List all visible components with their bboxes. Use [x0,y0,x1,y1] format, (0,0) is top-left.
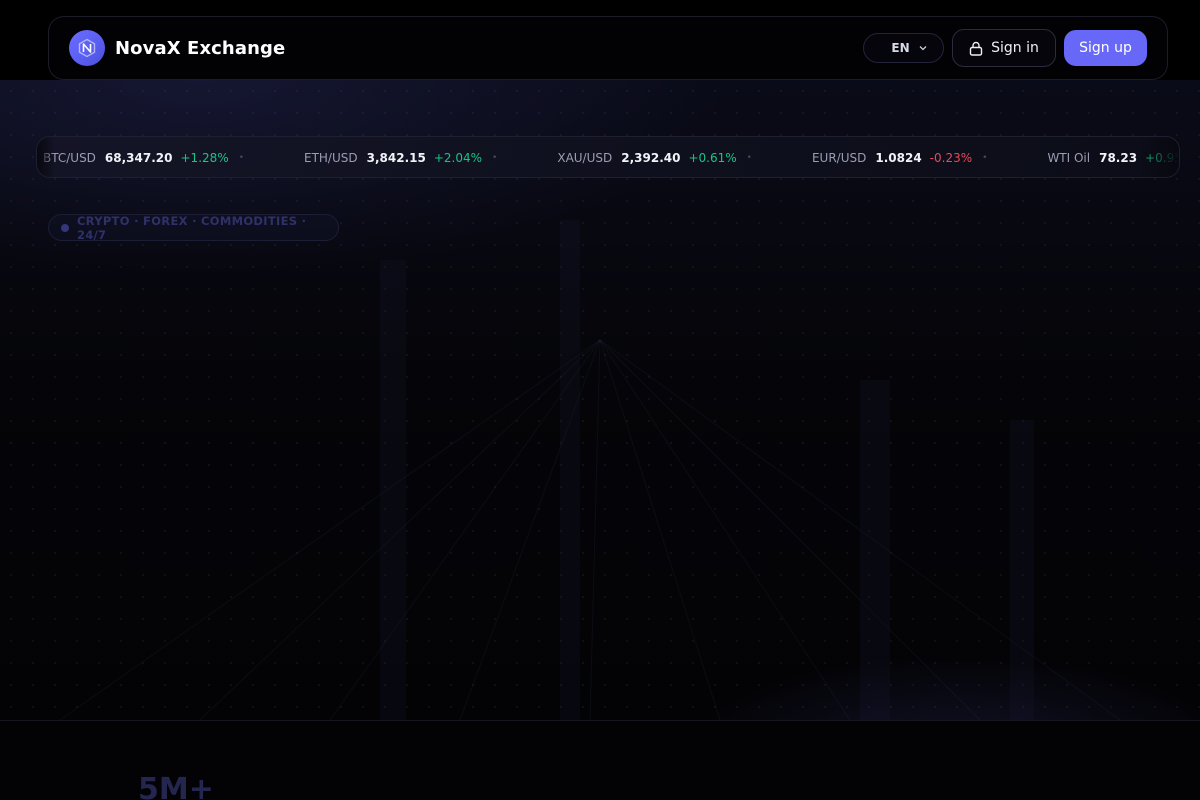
stat-value: 5M+ [138,772,214,800]
ticker-separator: • [982,153,988,163]
ticker-separator: • [746,153,752,163]
ticker-separator: • [238,153,244,163]
sign-in-label: Sign in [991,40,1039,56]
ticker-track: BTC/USD 68,347.20 +1.28% • ETH/USD 3,842.15 +2… [43,137,1179,177]
ticker-item[interactable]: EUR/USD 1.0824 -0.23% • [812,151,987,165]
ticker-fade-left [37,137,55,177]
lock-icon [969,41,983,56]
language-label: EN [891,41,910,55]
ticker-item[interactable]: BTC/USD 68,347.20 +1.28% • [43,151,244,165]
brand-name: NovaX Exchange [115,37,286,59]
badge-label: CRYPTO · FOREX · COMMODITIES · 24/7 [76,213,307,242]
ticker-price: 1.0824 [875,151,922,165]
ticker-symbol: EUR/USD [811,151,867,165]
sign-in-button[interactable]: Sign in [952,29,1056,67]
badge-dot-icon [61,223,69,232]
nav-actions: EN Sign in Sign up [863,29,1147,67]
ticker-item[interactable]: ETH/USD 3,842.15 +2.04% • [304,151,497,165]
ticker-symbol: WTI Oil [1047,151,1091,165]
language-selector[interactable]: EN [863,33,944,63]
ticker-symbol: XAU/USD [557,151,613,165]
ticker-price: 2,392.40 [621,151,681,165]
novax-logo-icon [69,30,105,66]
ticker-change: +2.04% [433,151,483,165]
ticker-price: 68,347.20 [104,151,173,165]
page: NovaX Exchange EN Sign in Sign up BTC/US… [0,0,1200,800]
ticker-price: 78.23 [1099,151,1138,165]
ticker-fade-right [1139,137,1179,177]
ticker-price: 3,842.15 [366,151,426,165]
market-ticker: BTC/USD 68,347.20 +1.28% • ETH/USD 3,842.15 +2… [36,136,1180,178]
markets-badge: CRYPTO · FOREX · COMMODITIES · 24/7 [48,213,339,242]
navbar: NovaX Exchange EN Sign in Sign up [48,16,1168,80]
brand[interactable]: NovaX Exchange [69,30,285,66]
ticker-item[interactable]: XAU/USD 2,392.40 +0.61% • [557,151,752,165]
ticker-change: -0.23% [929,151,973,165]
ticker-separator: • [492,153,498,163]
ticker-change: +0.61% [688,151,737,165]
ticker-symbol: ETH/USD [304,151,358,165]
chevron-down-icon [919,46,927,51]
ticker-change: +1.28% [180,151,229,165]
sign-up-label: Sign up [1079,40,1132,56]
sign-up-button[interactable]: Sign up [1064,30,1147,66]
